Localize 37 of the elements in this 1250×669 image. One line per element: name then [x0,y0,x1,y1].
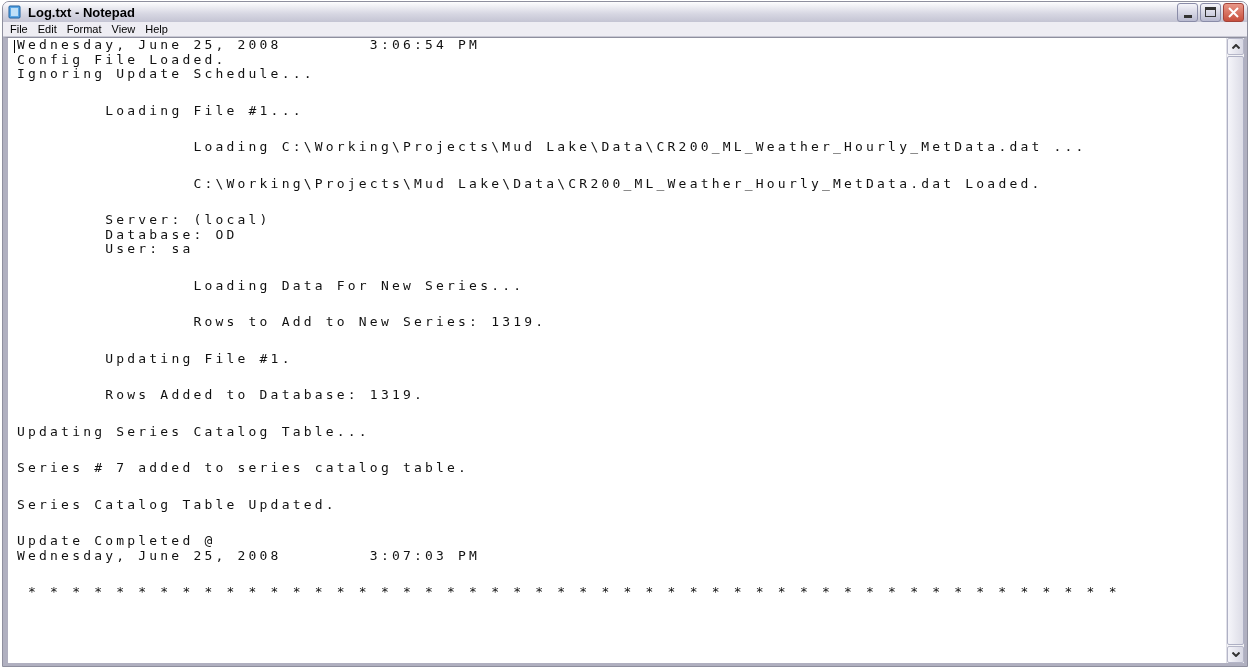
log-line: Loading C:\Working\Projects\Mud Lake\Data\CR200_ML_Weather_Hourly_MetData.dat ... [192,139,1087,154]
log-line: * * * * * * * * * * * * * * * * * * * * * * * * * * * * * * * * * * * * * * * * * * * * * * * * * * [27,584,1120,599]
log-line: Series Catalog Table Updated. [17,496,337,512]
menu-item[interactable]: Help [140,22,173,36]
log-line: Wednesday, June 25, 2008 3:06:54 PM [17,37,481,52]
menu-item[interactable]: View [106,22,141,36]
chevron-up-icon [1231,44,1240,49]
minimize-icon [1183,14,1192,18]
scroll-down-button[interactable] [1227,646,1244,663]
text-caret [14,40,15,53]
log-line: Loading Data For New Series... [192,277,525,293]
log-line: Server: (local) [104,212,271,227]
close-button[interactable] [1223,2,1244,22]
log-line: Rows to Add to New Series: 1319. [192,314,547,329]
notepad-icon [7,4,23,20]
log-line: User: sa [104,241,194,256]
log-line: Updating File #1. [104,350,293,366]
maximize-button[interactable] [1200,2,1221,22]
log-line: Database: OD [104,226,238,242]
log-line: Ignoring Update Schedule... [17,66,315,81]
log-line: Series # 7 added to series catalog table. [17,460,470,475]
log-line: Update Completed @ [17,533,216,548]
menu-item[interactable]: Edit [32,22,62,36]
maximize-icon [1205,7,1216,17]
log-line: Updating Series Catalog Table... [17,423,370,439]
menu-item[interactable]: Format [61,22,107,36]
log-line: Wednesday, June 25, 2008 3:07:03 PM [17,547,481,563]
menu-item[interactable]: File [5,22,33,36]
window-title: Log.txt - Notepad [28,4,136,20]
scroll-up-button[interactable] [1227,38,1244,55]
minimize-button[interactable] [1177,2,1198,22]
log-line: Rows Added to Database: 1319. [104,387,425,402]
log-line: Config File Loaded. [17,51,227,67]
chevron-down-icon [1231,652,1240,657]
log-line: C:\Working\Projects\Mud Lake\Data\CR200_ML_Weather_Hourly_MetData.dat Loaded. [192,175,1043,191]
close-icon [1228,6,1239,18]
log-line: Loading File #1... [104,102,304,118]
